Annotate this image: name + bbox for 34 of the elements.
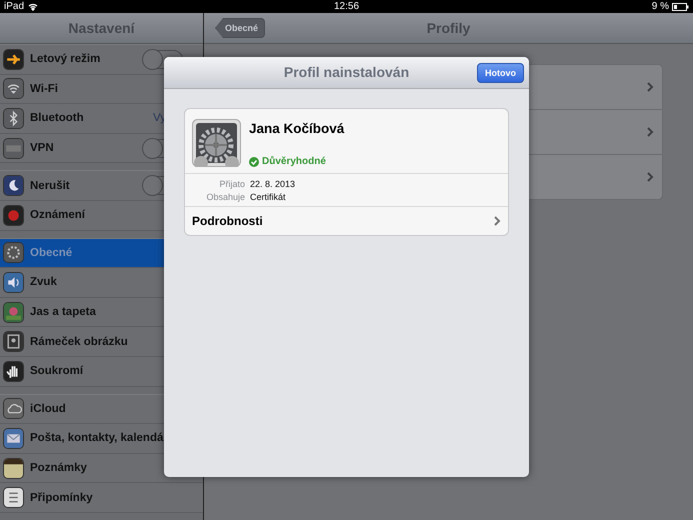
gear-icon — [4, 243, 23, 262]
back-button[interactable]: Obecné — [215, 18, 266, 38]
clock: 12:56 — [334, 1, 360, 12]
bluetooth-icon — [4, 108, 23, 128]
cloud-icon — [4, 399, 23, 418]
field-label: Obsahuje — [205, 192, 245, 202]
field-label: Přijato — [218, 179, 245, 189]
moon-icon — [4, 176, 23, 196]
battery-percentage: 9 % — [652, 1, 669, 12]
page-title: Profily — [426, 20, 470, 36]
field-value: 22. 8. 2013 — [250, 179, 296, 189]
field-value: Certifikát — [250, 192, 287, 202]
wifi-icon — [4, 79, 23, 98]
dialog-title: Profil nainstalován — [284, 64, 410, 80]
chevron-icon — [647, 82, 654, 92]
airplane-icon — [4, 50, 23, 69]
speaker-icon — [4, 272, 23, 292]
picture-frame-icon — [4, 332, 23, 352]
chevron-icon — [494, 216, 501, 226]
sidebar-title: Nastavení — [68, 20, 135, 36]
trust-status: Důvěryhodné — [262, 156, 326, 167]
chevron-icon — [647, 172, 654, 182]
battery-icon — [672, 2, 689, 10]
gear-icon — [192, 119, 241, 167]
chevron-icon — [647, 127, 654, 137]
done-button[interactable]: Hotovo — [477, 62, 524, 82]
device-name: iPad — [4, 1, 24, 12]
envelope-icon — [4, 428, 23, 448]
flower-icon — [4, 302, 23, 322]
notification-icon — [4, 206, 23, 225]
profile-name: Jana Kočíbová — [249, 121, 344, 136]
notepad-icon — [4, 458, 23, 478]
wifi-icon — [28, 2, 38, 11]
checklist-icon — [4, 488, 23, 508]
